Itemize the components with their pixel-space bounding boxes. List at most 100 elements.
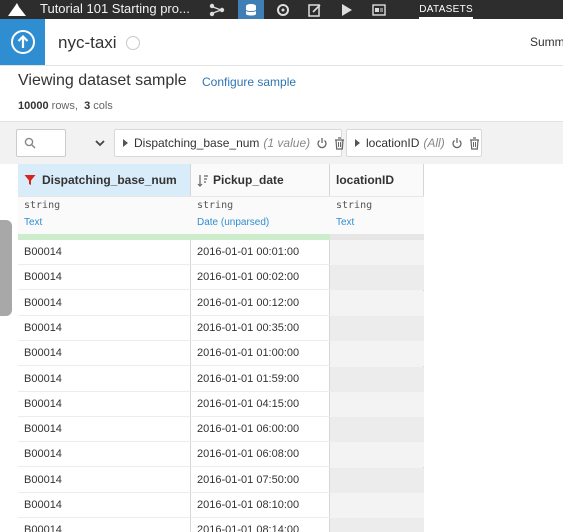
configure-sample-link[interactable]: Configure sample (202, 75, 296, 89)
table-cell[interactable]: 2016-01-01 01:00:00 (191, 341, 330, 366)
trash-icon[interactable] (334, 136, 345, 150)
dashboards-icon[interactable] (366, 0, 392, 19)
table-cell[interactable]: B00014 (18, 291, 191, 316)
filter-chip-dispatching[interactable]: Dispatching_base_num (1 value) (114, 129, 345, 157)
rows-label: rows, (51, 100, 78, 112)
filter-value: (1 value) (263, 136, 311, 150)
notebooks-icon[interactable] (302, 0, 328, 19)
table-cell[interactable]: B00014 (18, 417, 191, 442)
table-cell[interactable]: B00014 (18, 240, 191, 265)
dataiku-bird-logo-icon[interactable] (6, 2, 28, 17)
table-cell[interactable] (330, 391, 424, 417)
storage-type: string (336, 200, 373, 211)
table-cell[interactable] (330, 315, 424, 341)
dataset-badge (0, 19, 45, 65)
datasets-nav-label[interactable]: DATASETS (419, 0, 473, 19)
table-row[interactable]: B00014 2016-01-01 00:01:00 (18, 240, 424, 265)
cols-label: cols (93, 100, 113, 112)
trash-icon[interactable] (469, 136, 480, 150)
chevron-down-icon[interactable] (94, 136, 106, 148)
table-cell[interactable]: 2016-01-01 06:08:00 (191, 442, 330, 467)
flow-icon[interactable] (204, 0, 230, 19)
side-panel-handle[interactable] (0, 220, 12, 316)
filter-column-name: locationID (366, 136, 420, 150)
project-title[interactable]: Tutorial 101 Starting pro... (40, 1, 190, 16)
rows-count: 10000 (18, 100, 49, 112)
table-row[interactable]: B00014 2016-01-01 08:14:00 (18, 518, 424, 532)
table-cell[interactable] (330, 518, 424, 532)
power-icon[interactable] (316, 137, 328, 149)
table-cell[interactable]: 2016-01-01 06:00:00 (191, 417, 330, 442)
table-row[interactable]: B00014 2016-01-01 00:12:00 (18, 290, 424, 316)
table-cell[interactable] (330, 442, 424, 468)
table-cell[interactable]: B00014 (18, 316, 191, 341)
storage-type: string (24, 200, 61, 211)
filter-column-name: Dispatching_base_num (134, 136, 260, 150)
jobs-icon[interactable] (334, 0, 360, 19)
column-meaning[interactable]: Text (18, 217, 42, 228)
table-cell[interactable]: B00014 (18, 493, 191, 518)
page-title: Viewing dataset sample (18, 72, 187, 89)
filter-bar: Dispatching_base_num (1 value) locationI… (0, 121, 563, 164)
table-cell[interactable]: B00014 (18, 367, 191, 392)
column-header-pickup-date[interactable]: Pickup_date (191, 164, 330, 196)
column-name: Pickup_date (213, 173, 284, 187)
table-cell[interactable]: 2016-01-01 01:59:00 (191, 367, 330, 392)
table-row[interactable]: B00014 2016-01-01 04:15:00 (18, 391, 424, 417)
table-cell[interactable]: B00014 (18, 518, 191, 532)
upload-arrow-icon (10, 30, 35, 54)
table-cell[interactable] (330, 417, 424, 443)
sort-icon (197, 174, 208, 187)
table-cell[interactable]: B00014 (18, 442, 191, 467)
table-cell[interactable] (330, 467, 424, 493)
watch-icon[interactable] (126, 36, 140, 50)
dataset-counts: 10000 rows, 3 cols (18, 100, 113, 112)
column-header-dispatching[interactable]: Dispatching_base_num (18, 164, 191, 196)
table-cell[interactable]: B00014 (18, 468, 191, 493)
table-cell[interactable] (330, 265, 424, 291)
filter-icon (24, 175, 36, 185)
table-cell[interactable]: 2016-01-01 00:01:00 (191, 240, 330, 265)
search-input[interactable] (16, 129, 66, 157)
table-cell[interactable]: 2016-01-01 04:15:00 (191, 392, 330, 417)
table-cell[interactable] (330, 493, 424, 518)
table-cell[interactable] (330, 290, 424, 316)
table-cell[interactable]: 2016-01-01 00:35:00 (191, 316, 330, 341)
column-name: Dispatching_base_num (42, 173, 177, 187)
top-nav-bar: Tutorial 101 Starting pro... DATASETS (0, 0, 563, 19)
dataset-header: nyc-taxi Summ (0, 19, 563, 66)
table-row[interactable]: B00014 2016-01-01 07:50:00 (18, 467, 424, 493)
tab-summary[interactable]: Summ (530, 35, 563, 49)
table-row[interactable]: B00014 2016-01-01 01:00:00 (18, 341, 424, 367)
expand-arrow-icon[interactable] (355, 139, 360, 147)
table-cell[interactable] (330, 240, 424, 265)
table-cell[interactable]: B00014 (18, 392, 191, 417)
power-icon[interactable] (451, 137, 463, 149)
dataset-name: nyc-taxi (58, 33, 117, 52)
cols-count: 3 (84, 100, 91, 112)
table-row[interactable]: B00014 2016-01-01 06:00:00 (18, 417, 424, 443)
filter-chip-locationid[interactable]: locationID (All) (346, 129, 482, 157)
table-cell[interactable]: 2016-01-01 00:12:00 (191, 291, 330, 316)
table-row[interactable]: B00014 2016-01-01 00:35:00 (18, 315, 424, 341)
table-row[interactable]: B00014 2016-01-01 00:02:00 (18, 265, 424, 291)
expand-arrow-icon[interactable] (123, 139, 128, 147)
datasets-icon[interactable] (238, 0, 264, 19)
table-row[interactable]: B00014 2016-01-01 08:10:00 (18, 493, 424, 518)
table-cell[interactable]: 2016-01-01 08:10:00 (191, 493, 330, 518)
table-cell[interactable]: B00014 (18, 341, 191, 366)
table-cell[interactable] (330, 341, 424, 367)
column-header-locationid[interactable]: locationID (330, 164, 424, 196)
table-cell[interactable] (330, 366, 424, 392)
table-cell[interactable]: 2016-01-01 00:02:00 (191, 265, 330, 290)
table-cell[interactable]: 2016-01-01 08:14:00 (191, 518, 330, 532)
table-cell[interactable]: 2016-01-01 07:50:00 (191, 468, 330, 493)
table-row[interactable]: B00014 2016-01-01 06:08:00 (18, 442, 424, 468)
table-body: B00014 2016-01-01 00:01:00 B00014 2016-01-0… (18, 240, 424, 532)
recipes-icon[interactable] (270, 0, 296, 19)
table-row[interactable]: B00014 2016-01-01 01:59:00 (18, 366, 424, 392)
table-cell[interactable]: B00014 (18, 265, 191, 290)
column-meaning[interactable]: Text (330, 217, 354, 228)
column-meaning[interactable]: Date (unparsed) (191, 217, 269, 228)
column-name: locationID (336, 173, 395, 187)
